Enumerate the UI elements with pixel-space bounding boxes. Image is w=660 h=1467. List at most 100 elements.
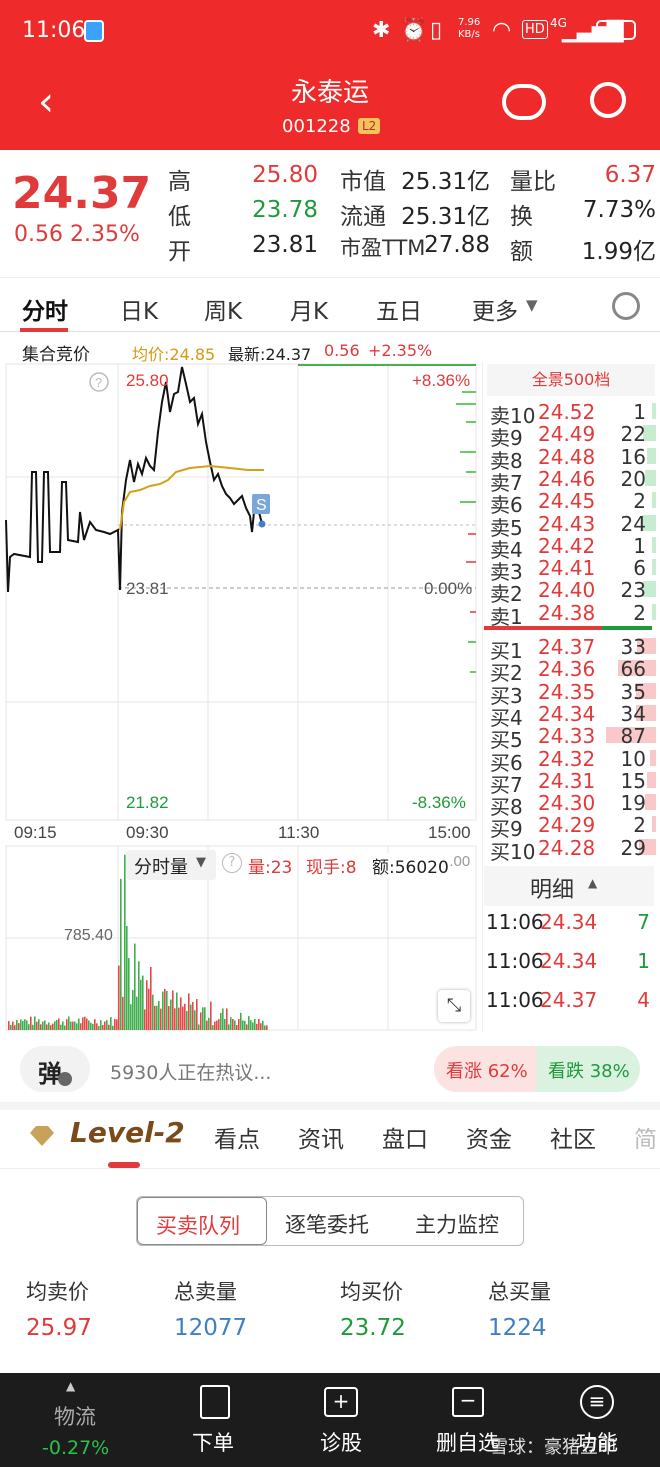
chevron-down-icon: ▼ [196,855,206,870]
bid-row[interactable]: 买4 24.34 34 [488,702,656,730]
quote-value: 25.80 [252,162,318,188]
volume-bar [230,1017,232,1030]
bid-row[interactable]: 买1 24.37 33 [488,635,656,663]
volume-bar [218,1019,220,1030]
volume-bar [264,1025,266,1030]
tab-brief[interactable]: 简 [634,1120,657,1154]
volume-bar [80,1023,82,1030]
level-qty: 1 [633,533,646,558]
segment-order-by-order[interactable]: 逐笔委托 [285,1209,369,1239]
volume-bar [8,1021,10,1030]
depth-bar [645,469,656,486]
volume-bar [108,1024,110,1030]
discussion-text[interactable]: 5930人正在热议... [110,1058,271,1085]
volume-bar [258,1018,260,1030]
bid-row[interactable]: 买8 24.30 19 [488,791,656,819]
volume-bar [140,979,142,1030]
fullscreen-icon[interactable]: ⤡ [438,990,470,1022]
volume-bar [172,990,174,1030]
chart-tab[interactable]: 周K [204,292,242,326]
bid-row[interactable]: 买3 24.35 35 [488,680,656,708]
volume-bar [152,994,154,1030]
volume-bar [226,1008,228,1030]
bid-row[interactable]: 买7 24.31 15 [488,769,656,797]
ask-row[interactable]: 卖9 24.49 22 [488,422,656,450]
volume-bar [102,1025,104,1030]
volume-bar [10,1024,12,1030]
ask-row[interactable]: 卖2 24.40 23 [488,578,656,606]
volume-bar [118,965,120,1030]
trade-time: 11:06 [486,910,544,934]
nav-logistics[interactable]: ▲ 物流 -0.27% [20,1373,130,1467]
quote-value: 6.37 [604,162,656,188]
level-qty: 2 [633,600,646,625]
ask-row[interactable]: 卖10 24.52 1 [488,400,656,428]
volume-bar [44,1020,46,1030]
quote-value: 25.31亿 [401,169,490,195]
search-icon[interactable] [590,82,626,118]
ask-row[interactable]: 卖1 24.38 2 [488,600,656,629]
tab-news[interactable]: 资讯 [298,1120,344,1154]
segment-main-force[interactable]: 主力监控 [415,1209,499,1239]
bid-row[interactable]: 买6 24.32 10 [488,747,656,775]
volume-bar [162,991,164,1030]
bid-row[interactable]: 买9 24.29 2 [488,813,656,841]
settings-icon[interactable] [612,292,640,320]
volume-bar [228,1024,230,1030]
volume-bar [156,1005,158,1030]
volume-selector[interactable]: 分时量 ▼ [126,850,216,880]
chart-tab[interactable]: 更多 [472,292,518,326]
volume-bar [124,854,126,1030]
danmu-toggle[interactable]: 弹 [20,1046,90,1092]
volume-bar [150,966,152,1030]
ask-row[interactable]: 卖6 24.45 2 [488,489,656,517]
chart-tab[interactable]: 月K [290,292,328,326]
volume-help-icon[interactable]: ? [222,853,242,873]
ask-row[interactable]: 卖4 24.42 1 [488,533,656,562]
more-chevron-icon[interactable]: ▼ [526,296,538,314]
volume-bar [242,1020,244,1030]
nav-diagnose[interactable]: + 诊股 [286,1373,396,1467]
chart-tab[interactable]: 分时 [22,292,68,326]
volume-bar [164,988,166,1030]
tab-depth[interactable]: 盘口 [382,1120,428,1154]
tab-community[interactable]: 社区 [550,1120,596,1154]
volume-current-hand: 现手:8 [306,858,357,878]
ask-row[interactable]: 卖5 24.43 24 [488,512,656,540]
level-qty: 33 [620,635,646,659]
chart-tab[interactable]: 日K [120,292,158,326]
tab-level2[interactable]: Level-2 [70,1116,185,1149]
volume-bar [88,1020,90,1030]
depth-bar [647,447,656,464]
ask-row[interactable]: 卖8 24.48 16 [488,445,656,473]
volume-bar [34,1016,36,1030]
intraday-chart[interactable]: S ? 25.80 +8.36% 23.81 0.00% 21.82 -8.36… [0,362,482,846]
bid-row[interactable]: 买2 24.36 66 [488,657,656,685]
bid-row[interactable]: 买5 24.33 87 [488,724,656,752]
net-speed-unit: KB/s [458,29,480,40]
detail-header[interactable]: 明细 ▲ [484,866,654,906]
chart-tab[interactable]: 五日 [376,292,422,326]
bullish-vote[interactable]: 看涨 62% [434,1046,536,1092]
bearish-vote[interactable]: 看跌 38% [536,1046,640,1092]
level-price: 24.37 [538,635,596,659]
tab-highlights[interactable]: 看点 [214,1120,260,1154]
level-price: 24.52 [538,400,596,424]
volume-bar [254,1019,256,1030]
segment-buy-sell-queue[interactable]: 买卖队列 [137,1197,267,1245]
ask-row[interactable]: 卖3 24.41 6 [488,556,656,584]
time-axis-1130: 11:30 [278,823,319,842]
volume-bar [74,1021,76,1030]
level-price: 24.28 [538,835,596,860]
volume-bar [50,1025,52,1030]
orderbook-title[interactable]: 全景500档 [487,364,655,396]
ask-row[interactable]: 卖7 24.46 20 [488,467,656,495]
volume-bar [148,988,150,1030]
nav-order[interactable]: 下单 [160,1373,270,1467]
volume-bar [194,1010,196,1030]
robot-assistant-icon[interactable] [502,84,546,120]
bid-row[interactable]: 买10 24.28 29 [488,835,656,864]
level-qty: 2 [633,813,646,838]
tab-funds[interactable]: 资金 [466,1120,512,1154]
time-axis-1500: 15:00 [428,823,471,842]
